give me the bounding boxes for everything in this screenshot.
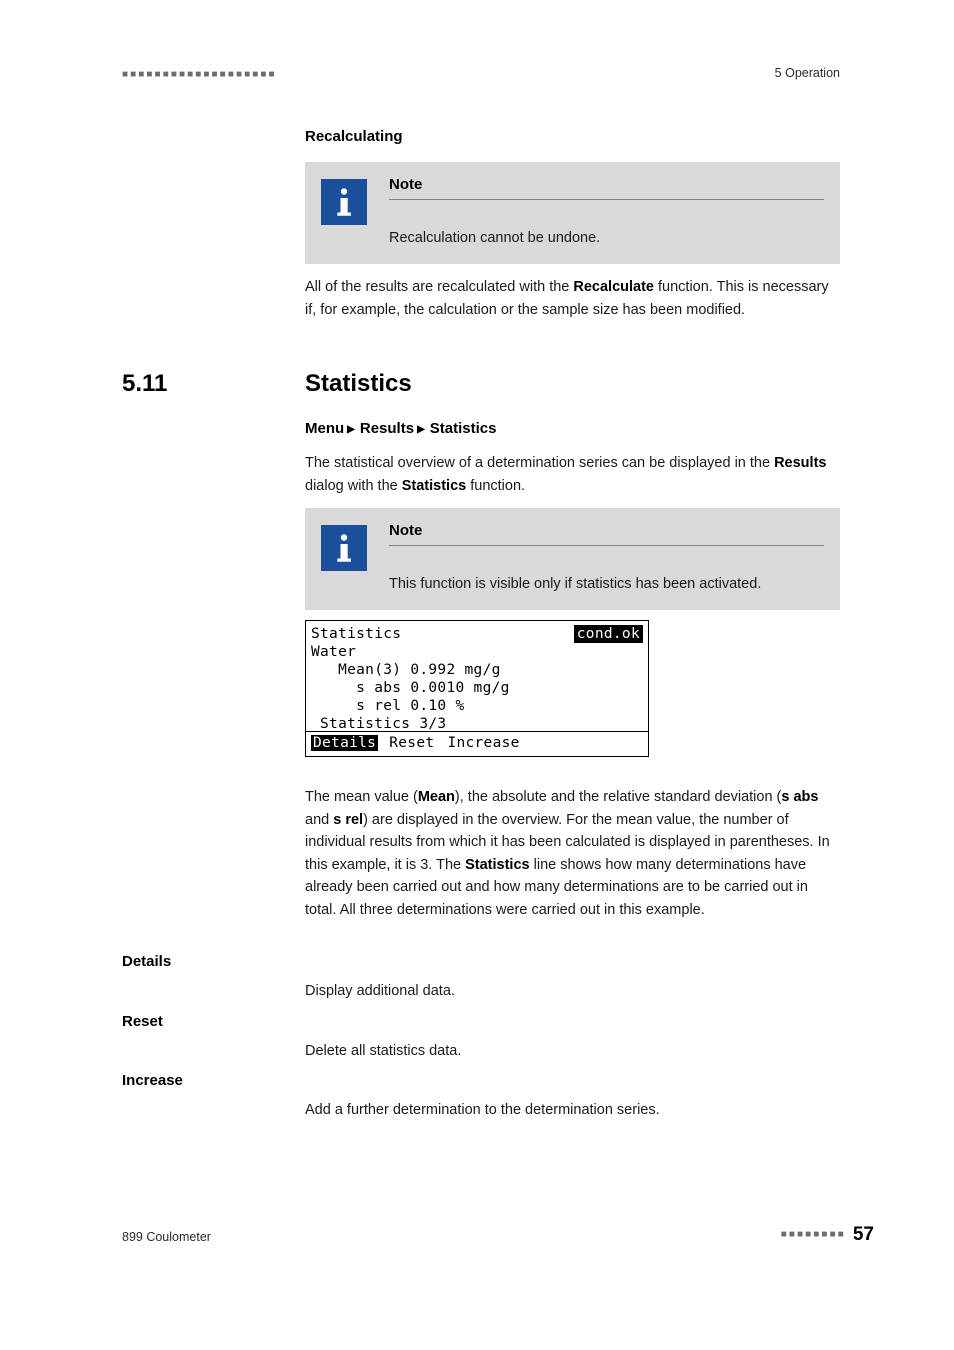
lcd-screen: Statistics cond.ok Water Mean(3) 0.992 m… bbox=[305, 620, 649, 757]
note-box-statistics: Note This function is visible only if st… bbox=[305, 508, 840, 610]
reset-label: Reset bbox=[122, 1013, 163, 1030]
page-header: ■■■■■■■■■■■■■■■■■■■ 5 Operation bbox=[122, 66, 840, 86]
desc-b4: Statistics bbox=[465, 856, 530, 873]
entry-text-reset: Delete all statistics data. bbox=[305, 1040, 840, 1063]
lcd-button-details[interactable]: Details bbox=[311, 735, 379, 751]
recalculating-heading: Recalculating bbox=[305, 128, 403, 145]
lcd-button-increase[interactable]: Increase bbox=[445, 735, 521, 751]
increase-description: Add a further determination to the deter… bbox=[305, 1102, 660, 1118]
chevron-right-icon-2: ▶ bbox=[417, 424, 425, 435]
lcd-line-sabs: s abs 0.0010 mg/g bbox=[311, 680, 510, 696]
section-title-container: Statistics bbox=[305, 370, 840, 398]
section-title: Statistics bbox=[305, 370, 412, 397]
lcd-line-srel: s rel 0.10 % bbox=[311, 698, 465, 714]
lcd-line-water: Water bbox=[311, 644, 357, 660]
entry-text-increase: Add a further determination to the deter… bbox=[305, 1099, 840, 1122]
intro-text-c: dialog with the bbox=[305, 477, 402, 494]
statistics-intro: The statistical overview of a determinat… bbox=[305, 452, 840, 497]
device-screen-figure: Statistics cond.ok Water Mean(3) 0.992 m… bbox=[305, 620, 840, 757]
note-box-recalculating: Note Recalculation cannot be undone. bbox=[305, 162, 840, 264]
details-label: Details bbox=[122, 953, 172, 970]
entry-label-details: Details bbox=[122, 953, 302, 970]
note-title-2: Note bbox=[389, 522, 824, 546]
desc-b2: s abs bbox=[781, 789, 819, 805]
document-page: ■■■■■■■■■■■■■■■■■■■ 5 Operation Recalcul… bbox=[0, 0, 954, 1350]
desc-p1: The mean value ( bbox=[305, 789, 418, 805]
lcd-line-statistics: Statistics 3/3 bbox=[311, 716, 447, 732]
recalculating-section: Recalculating bbox=[305, 128, 840, 145]
desc-p3: and bbox=[305, 811, 334, 828]
desc-b3: s rel bbox=[333, 811, 364, 828]
increase-label: Increase bbox=[122, 1072, 183, 1089]
lcd-softkey-bar: Details Reset Increase bbox=[306, 732, 648, 756]
entry-label-reset: Reset bbox=[122, 1013, 302, 1030]
details-description: Display additional data. bbox=[305, 983, 455, 999]
note-text-2: This function is visible only if statist… bbox=[389, 576, 762, 592]
breadcrumb-results: Results bbox=[359, 420, 415, 437]
entry-text-details: Display additional data. bbox=[305, 980, 840, 1003]
results-term: Results bbox=[774, 455, 827, 471]
info-icon bbox=[321, 179, 367, 225]
entry-label-increase: Increase bbox=[122, 1072, 302, 1089]
page-footer: 899 Coulometer ■■■■■■■■ 57 bbox=[122, 1224, 874, 1248]
intro-text-a: The statistical overview of a determinat… bbox=[305, 455, 775, 471]
recalculating-paragraph: All of the results are recalculated with… bbox=[305, 276, 840, 321]
statistics-description: The mean value (Mean), the absolute and … bbox=[305, 786, 840, 921]
recalculate-term: Recalculate bbox=[573, 279, 654, 295]
section-number-container: 5.11 bbox=[122, 370, 302, 398]
breadcrumb-statistics: Statistics bbox=[429, 420, 497, 437]
lcd-status-badge: cond.ok bbox=[573, 625, 643, 643]
statistics-term: Statistics bbox=[401, 477, 467, 494]
breadcrumb: Menu ▶ Results ▶ Statistics bbox=[305, 420, 840, 437]
section-number: 5.11 bbox=[122, 370, 168, 397]
lcd-line-mean: Mean(3) 0.992 mg/g bbox=[311, 662, 501, 678]
chevron-right-icon: ▶ bbox=[347, 424, 355, 435]
header-decorative-dots: ■■■■■■■■■■■■■■■■■■■ bbox=[122, 69, 277, 80]
info-icon-2 bbox=[321, 525, 367, 571]
intro-text-e: function. bbox=[466, 477, 526, 494]
page-number: 57 bbox=[852, 1224, 874, 1245]
breadcrumb-menu: Menu bbox=[305, 420, 345, 437]
note-text: Recalculation cannot be undone. bbox=[389, 230, 601, 246]
note-title: Note bbox=[389, 176, 824, 200]
desc-b1: Mean bbox=[417, 789, 455, 805]
desc-p2: ), the absolute and the relative standar… bbox=[454, 789, 782, 805]
footer-decorative-dots: ■■■■■■■■ bbox=[780, 1229, 846, 1240]
reset-description: Delete all statistics data. bbox=[305, 1043, 462, 1059]
lcd-content-area: Statistics cond.ok Water Mean(3) 0.992 m… bbox=[306, 621, 648, 732]
lcd-button-reset[interactable]: Reset bbox=[387, 735, 436, 751]
header-chapter-label: 5 Operation bbox=[774, 66, 840, 80]
recalc-text-1: All of the results are recalculated with… bbox=[305, 279, 574, 295]
footer-document-title: 899 Coulometer bbox=[122, 1230, 211, 1244]
